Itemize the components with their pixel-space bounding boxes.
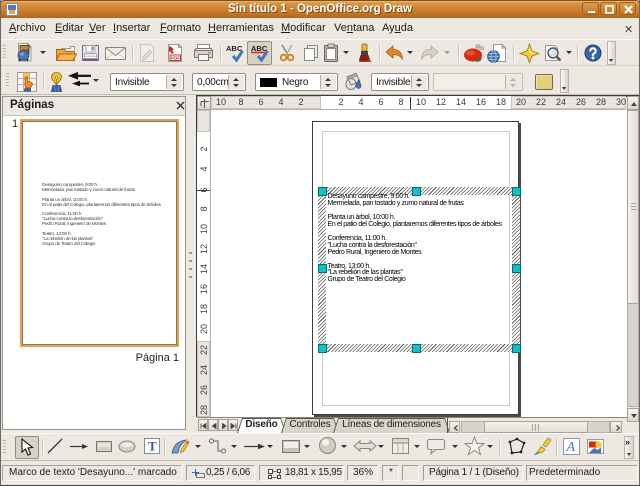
svg-text:T: T: [148, 439, 157, 454]
svg-text:A: A: [566, 440, 576, 455]
svg-text:PDF: PDF: [171, 56, 180, 61]
